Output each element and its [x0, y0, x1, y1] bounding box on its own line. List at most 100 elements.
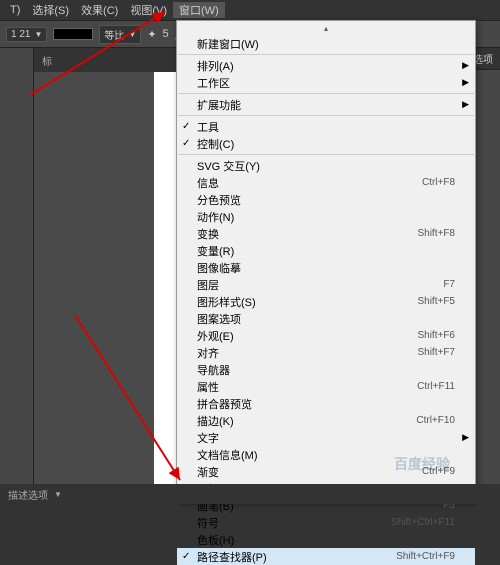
menu-item[interactable]: 变换Shift+F8 — [177, 225, 475, 242]
scroll-up-icon[interactable]: ▴ — [177, 23, 475, 35]
status-bar: 描述选项 ▼ — [0, 484, 500, 504]
menu-item-shortcut: Shift+F7 — [417, 347, 455, 358]
menu-item[interactable]: 对齐Shift+F7 — [177, 344, 475, 361]
menu-item[interactable]: ✓ 控制(C) — [177, 135, 475, 152]
menu-item[interactable]: 符号Shift+Ctrl+F11 — [177, 514, 475, 531]
menu-item-label: 外观(E) — [197, 328, 417, 344]
stroke-preview[interactable] — [53, 28, 93, 40]
menu-item[interactable]: 文档信息(M) — [177, 446, 475, 463]
menu-item-label: 扩展功能 — [197, 97, 455, 113]
menu-item[interactable]: 属性Ctrl+F11 — [177, 378, 475, 395]
menu-item-shortcut: Ctrl+F10 — [416, 415, 455, 426]
check-icon: ✓ — [182, 121, 190, 132]
status-label: 描述选项 — [8, 487, 48, 502]
menu-item-shortcut: Shift+Ctrl+F11 — [391, 517, 455, 528]
check-icon: ✓ — [182, 138, 190, 149]
menu-item[interactable]: 图形样式(S)Shift+F5 — [177, 293, 475, 310]
points-icon: ✦ — [147, 28, 156, 41]
menu-item-shortcut: F7 — [443, 279, 455, 290]
menu-item[interactable]: 分色预览 — [177, 191, 475, 208]
menu-separator — [178, 154, 474, 155]
menu-item-shortcut: Ctrl+F11 — [417, 381, 455, 392]
menu-item[interactable]: 导航器 — [177, 361, 475, 378]
menu-item-label: 图像临摹 — [197, 260, 455, 276]
menu-2[interactable]: 效果(C) — [75, 2, 124, 18]
menu-item-shortcut: Shift+F5 — [417, 296, 455, 307]
preset-select[interactable]: 1 21 ▼ — [6, 27, 47, 42]
menu-item-label: 变换 — [197, 226, 417, 242]
menu-separator — [178, 115, 474, 116]
menu-item-label: 图案选项 — [197, 311, 455, 327]
menu-item[interactable]: ✓ 路径查找器(P)Shift+Ctrl+F9 — [177, 548, 475, 565]
chevron-down-icon[interactable]: ▼ — [54, 490, 62, 499]
submenu-arrow-icon: ▶ — [462, 99, 469, 110]
menu-item-label: 文字 — [197, 430, 455, 446]
menu-item[interactable]: 拼合器预览 — [177, 395, 475, 412]
menu-item[interactable]: 渐变Ctrl+F9 — [177, 463, 475, 480]
menu-item-label: 工具 — [197, 119, 455, 135]
menu-0[interactable]: T) — [4, 4, 26, 16]
preset-value: 1 21 — [11, 29, 30, 40]
menu-item[interactable]: 色板(H) — [177, 531, 475, 548]
menu-item-label: 信息 — [197, 175, 422, 191]
submenu-arrow-icon: ▶ — [462, 60, 469, 71]
menu-item-label: 拼合器预览 — [197, 396, 455, 412]
submenu-arrow-icon: ▶ — [462, 432, 469, 443]
menu-item-label: 分色预览 — [197, 192, 455, 208]
menu-item-label: 动作(N) — [197, 209, 455, 225]
tools-panel[interactable] — [0, 48, 34, 484]
menu-item-label: 对齐 — [197, 345, 417, 361]
menu-item-label: 导航器 — [197, 362, 455, 378]
menu-1[interactable]: 选择(S) — [26, 2, 75, 18]
menu-item-shortcut: Shift+Ctrl+F9 — [396, 551, 455, 562]
window-menu-dropdown: ▴ 新建窗口(W) 排列(A) ▶ 工作区 ▶ 扩展功能 ▶ ✓ 工具 ✓ 控制(C) SVG 交互(… — [176, 20, 476, 502]
menu-item-label: 新建窗口(W) — [197, 36, 455, 52]
menu-item[interactable]: 排列(A) ▶ — [177, 57, 475, 74]
menu-item[interactable]: 动作(N) — [177, 208, 475, 225]
menu-item-label: 图层 — [197, 277, 443, 293]
menu-item[interactable]: 新建窗口(W) — [177, 35, 475, 52]
menu-item[interactable]: 图像临摹 — [177, 259, 475, 276]
menu-item[interactable]: 扩展功能 ▶ — [177, 96, 475, 113]
stroke-mode-value: 等比 — [104, 27, 124, 42]
submenu-arrow-icon: ▶ — [462, 77, 469, 88]
menu-item-shortcut: Shift+F6 — [417, 330, 455, 341]
menu-item-label: 图形样式(S) — [197, 294, 417, 310]
menu-item[interactable]: 信息Ctrl+F8 — [177, 174, 475, 191]
menu-separator — [178, 54, 474, 55]
menu-item-label: 渐变 — [197, 464, 422, 480]
menu-item-label: SVG 交互(Y) — [197, 158, 455, 174]
menu-item-label: 路径查找器(P) — [197, 549, 396, 565]
menu-item[interactable]: 图案选项 — [177, 310, 475, 327]
menu-item-label: 色板(H) — [197, 532, 455, 548]
menu-item-label: 属性 — [197, 379, 417, 395]
chevron-down-icon: ▼ — [128, 30, 136, 39]
points-value: 5 — [163, 28, 169, 40]
menu-item-label: 描边(K) — [197, 413, 416, 429]
menu-item[interactable]: ✓ 工具 — [177, 118, 475, 135]
chevron-down-icon: ▼ — [34, 30, 42, 39]
menu-item-shortcut: Ctrl+F8 — [422, 177, 455, 188]
menu-item-label: 变量(R) — [197, 243, 455, 259]
menu-item[interactable]: SVG 交互(Y) — [177, 157, 475, 174]
menu-item-label: 控制(C) — [197, 136, 455, 152]
menu-3[interactable]: 视图(V) — [124, 2, 173, 18]
menu-item[interactable]: 文字 ▶ — [177, 429, 475, 446]
menu-item-label: 符号 — [197, 515, 391, 531]
tab-label: 标 — [42, 53, 52, 68]
check-icon: ✓ — [182, 551, 190, 562]
menu-item[interactable]: 描边(K)Ctrl+F10 — [177, 412, 475, 429]
menu-item[interactable]: 外观(E)Shift+F6 — [177, 327, 475, 344]
menu-4[interactable]: 窗口(W) — [173, 2, 225, 18]
menu-item-label: 工作区 — [197, 75, 455, 91]
menu-item[interactable]: 工作区 ▶ — [177, 74, 475, 91]
menu-item[interactable]: 图层F7 — [177, 276, 475, 293]
menu-item-shortcut: Ctrl+F9 — [422, 466, 455, 477]
menu-item-label: 文档信息(M) — [197, 447, 455, 463]
stroke-mode-select[interactable]: 等比 ▼ — [99, 25, 141, 44]
menu-separator — [178, 93, 474, 94]
menu-item-label: 排列(A) — [197, 58, 455, 74]
menubar: T)选择(S)效果(C)视图(V)窗口(W) — [0, 0, 500, 20]
menu-item[interactable]: 变量(R) — [177, 242, 475, 259]
menu-item-shortcut: Shift+F8 — [417, 228, 455, 239]
